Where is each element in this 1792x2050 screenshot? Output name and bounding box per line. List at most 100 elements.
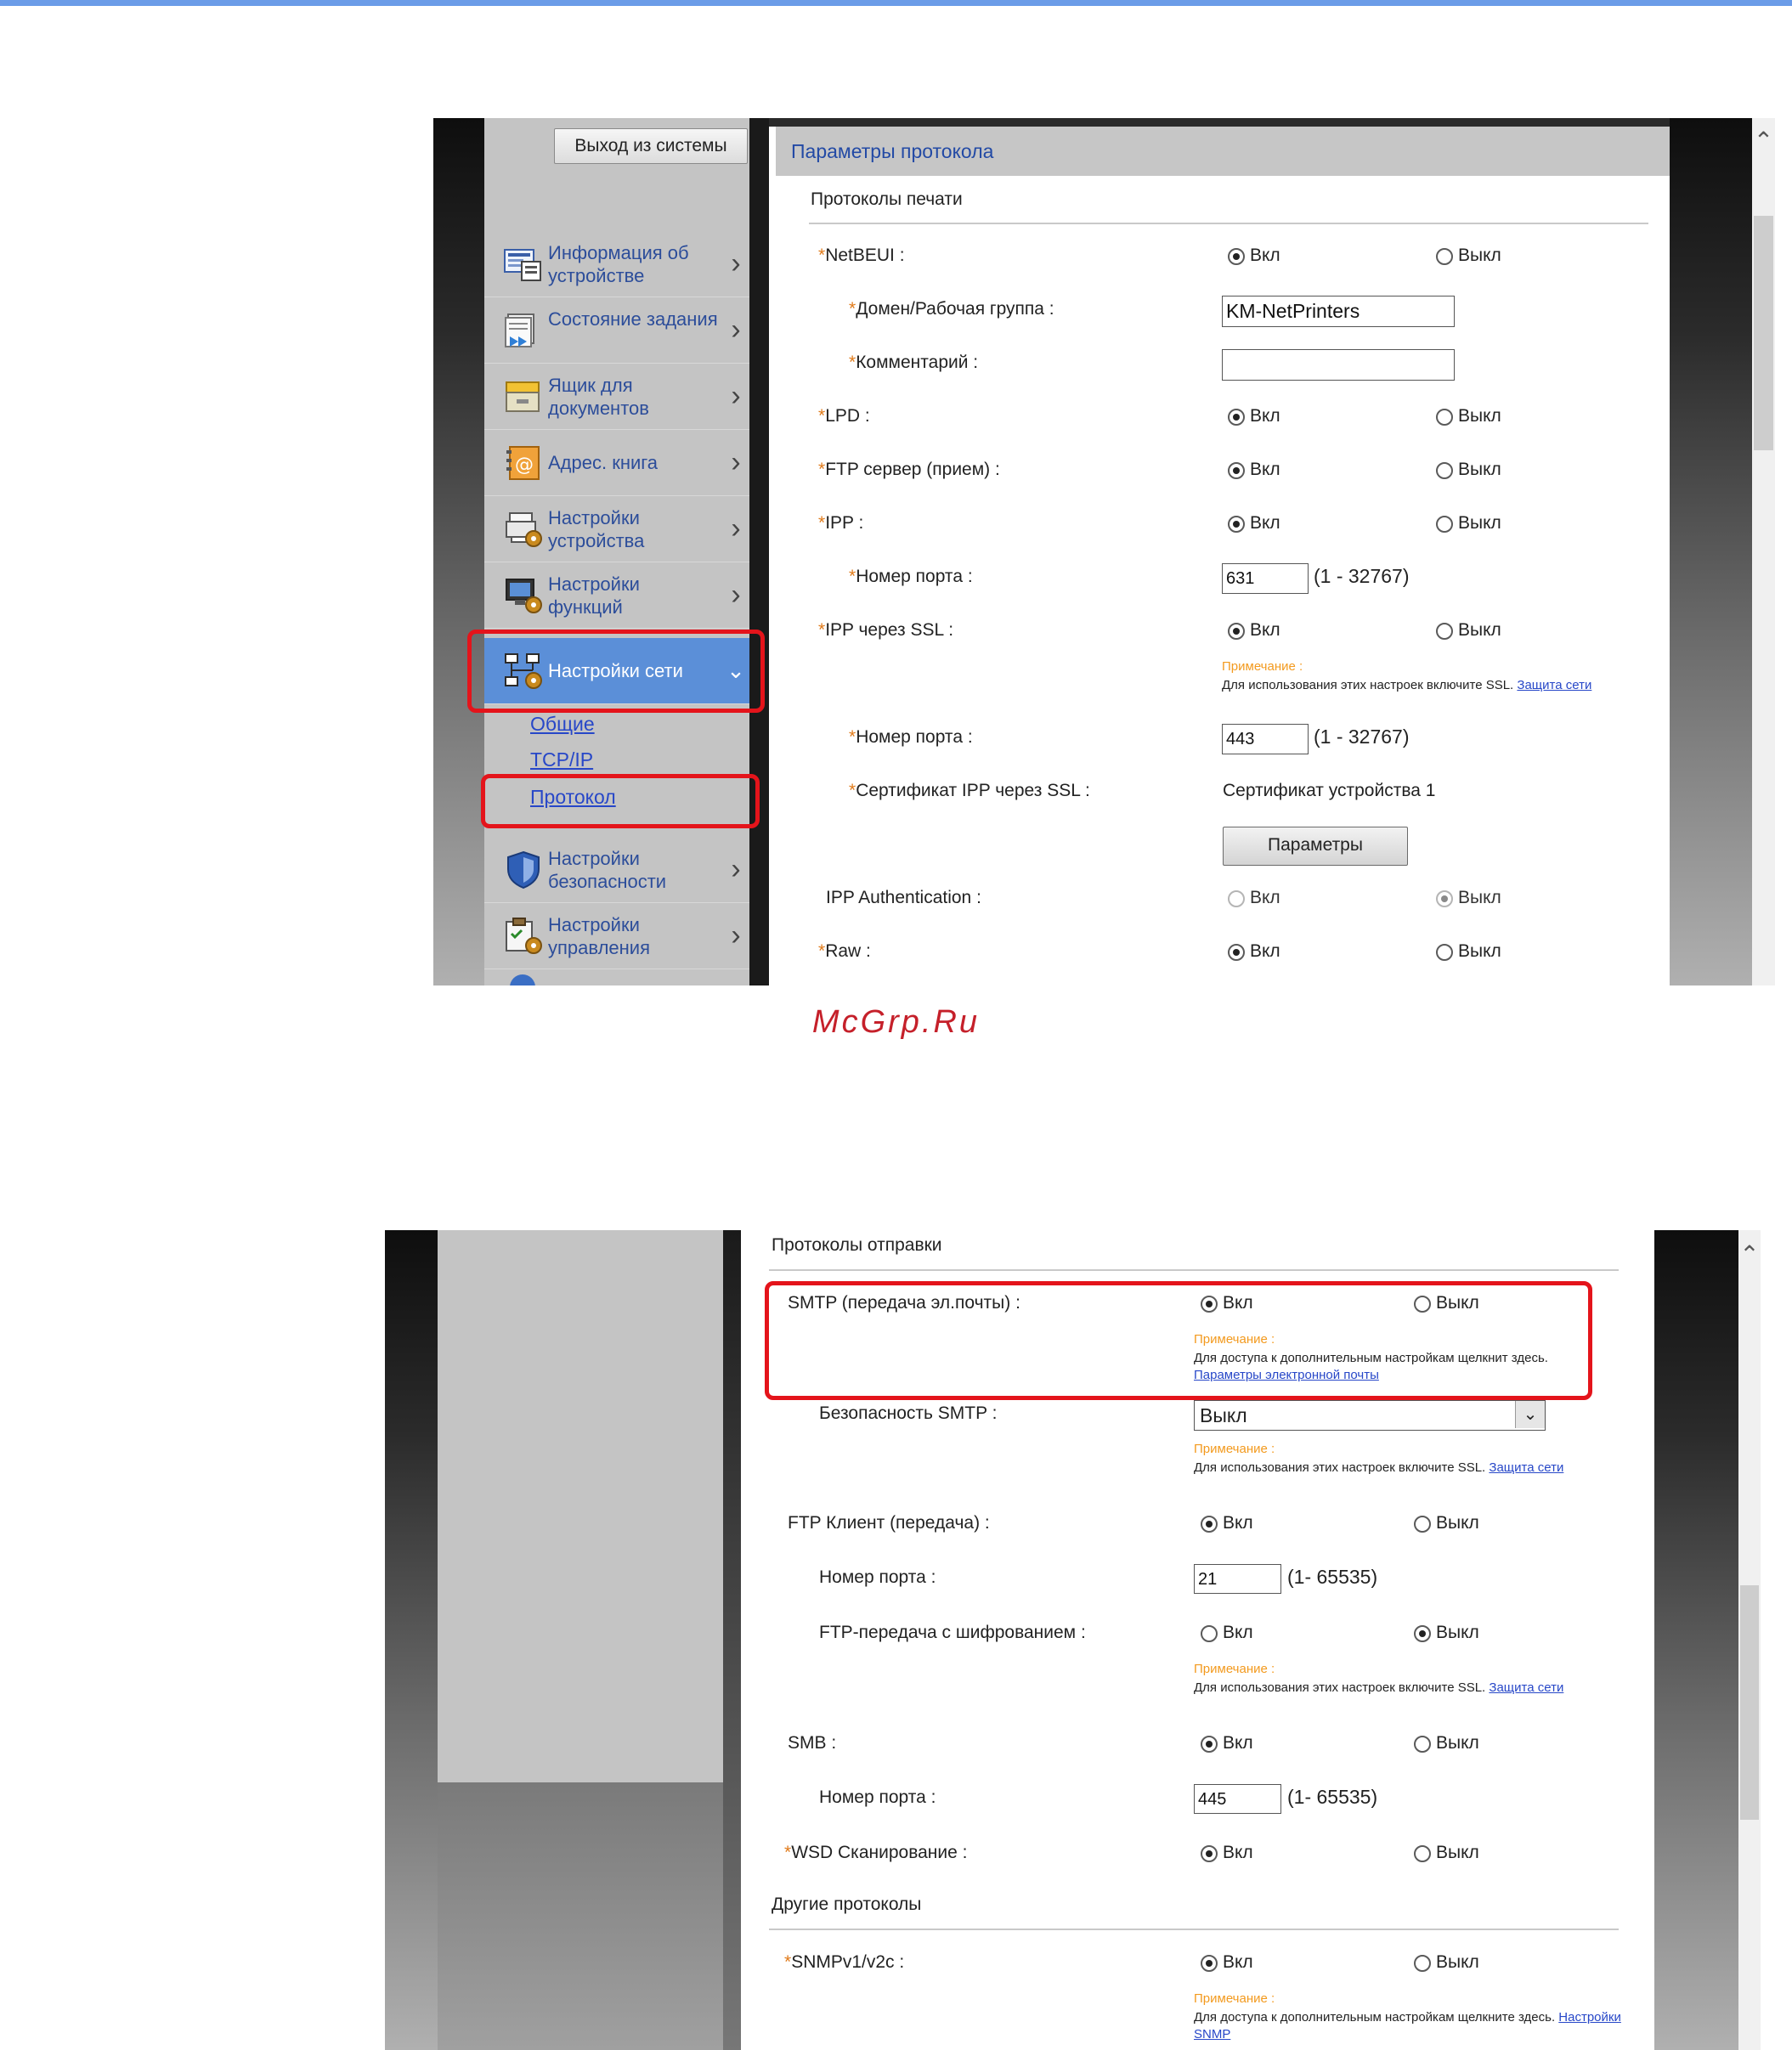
network-security-link[interactable]: Защита сети: [1517, 678, 1591, 692]
ftp-encrypt-label: FTP-передача с шифрованием :: [819, 1623, 1086, 1642]
parameters-button[interactable]: Параметры: [1223, 827, 1408, 866]
ftp-client-label: FTP Клиент (передача) :: [788, 1513, 990, 1533]
radio-label: Выкл: [1458, 888, 1501, 907]
ftp-encrypt-on-radio[interactable]: [1201, 1625, 1218, 1642]
note-title: Примечание :: [1222, 659, 1303, 674]
menu-label: Состояние задания: [548, 308, 718, 330]
ipp-on-radio[interactable]: [1228, 516, 1245, 533]
ipp-port-input[interactable]: 631: [1222, 563, 1309, 594]
menu-label: Настройки безопасности: [548, 848, 667, 892]
raw-label: *Raw :: [818, 941, 871, 961]
network-security-link[interactable]: Защита сети: [1489, 1680, 1563, 1695]
menu-item-security-settings[interactable]: Настройки безопасности ›: [484, 837, 749, 903]
ssl-port-range: (1 - 32767): [1314, 726, 1410, 748]
logout-button[interactable]: Выход из системы: [554, 128, 748, 164]
domain-label: *Домен/Рабочая группа :: [849, 299, 1054, 319]
raw-on-radio[interactable]: [1228, 944, 1245, 961]
note-title: Примечание :: [1194, 1662, 1275, 1676]
radio-label: Вкл: [1223, 1623, 1253, 1642]
radio-label: Вкл: [1223, 1952, 1253, 1972]
management-settings-icon: [503, 917, 544, 956]
radio-label: Вкл: [1250, 513, 1280, 533]
domain-input[interactable]: KM-NetPrinters: [1222, 296, 1455, 327]
ipp-port-label: *Номер порта :: [849, 567, 973, 586]
ftp-client-on-radio[interactable]: [1201, 1516, 1218, 1533]
ssl-port-label: *Номер порта :: [849, 727, 973, 747]
menu-item-document-box[interactable]: Ящик для документов ›: [484, 364, 749, 430]
ipp-auth-off-radio[interactable]: [1436, 890, 1453, 907]
netbeui-on-radio[interactable]: [1228, 248, 1245, 265]
chevron-right-icon: ›: [731, 853, 741, 885]
menu-item-device-info[interactable]: Информация об устройстве ›: [484, 231, 749, 297]
radio-label: Вкл: [1250, 406, 1280, 426]
wsd-on-radio[interactable]: [1201, 1845, 1218, 1862]
wsd-off-radio[interactable]: [1414, 1845, 1431, 1862]
comment-input[interactable]: [1222, 349, 1455, 381]
menu-item-job-status[interactable]: Состояние задания ›: [484, 297, 749, 364]
address-book-icon: @: [503, 443, 544, 483]
job-status-icon: [503, 311, 544, 350]
ftp-port-label: Номер порта :: [819, 1567, 936, 1587]
ipp-ssl-on-radio[interactable]: [1228, 623, 1245, 640]
smb-on-radio[interactable]: [1201, 1736, 1218, 1753]
radio-label: Вкл: [1250, 620, 1280, 640]
radio-label: Выкл: [1458, 941, 1501, 961]
scrollbar-thumb[interactable]: [1740, 1585, 1759, 1820]
note-title: Примечание :: [1194, 1991, 1275, 2006]
chevron-right-icon: ›: [731, 512, 741, 545]
smtp-security-value: Выкл: [1200, 1404, 1247, 1426]
radio-label: Выкл: [1458, 620, 1501, 640]
ipp-ssl-label: *IPP через SSL :: [818, 620, 954, 640]
submenu-tcpip-link[interactable]: TCP/IP: [530, 748, 593, 771]
ftp-port-input[interactable]: 21: [1194, 1564, 1281, 1594]
radio-label: Вкл: [1250, 941, 1280, 961]
highlight-protocol: [481, 774, 760, 828]
netbeui-label: *NetBEUI :: [818, 246, 905, 265]
ftp-encrypt-off-radio[interactable]: [1414, 1625, 1431, 1642]
radio-label: Выкл: [1436, 1733, 1479, 1753]
smb-port-label: Номер порта :: [819, 1787, 936, 1807]
ftp-port-range: (1- 65535): [1287, 1566, 1378, 1588]
netbeui-off-radio[interactable]: [1436, 248, 1453, 265]
smb-port-input[interactable]: 445: [1194, 1784, 1281, 1814]
radio-label: Вкл: [1223, 1843, 1253, 1862]
smb-port-range: (1- 65535): [1287, 1786, 1378, 1808]
ssl-port-input[interactable]: 443: [1222, 724, 1309, 754]
ipp-auth-on-radio[interactable]: [1228, 890, 1245, 907]
ftp-server-off-radio[interactable]: [1436, 462, 1453, 479]
section-divider: [769, 1269, 1619, 1271]
menu-item-device-settings[interactable]: Настройки устройства ›: [484, 496, 749, 562]
smb-off-radio[interactable]: [1414, 1736, 1431, 1753]
ssl-cert-value: Сертификат устройства 1: [1223, 781, 1436, 800]
device-info-icon: [503, 245, 544, 284]
radio-label: Вкл: [1223, 1733, 1253, 1753]
top-accent-bar: [0, 0, 1792, 6]
chevron-down-icon: ⌄: [1515, 1401, 1545, 1428]
comment-label: *Комментарий :: [849, 353, 979, 372]
menu-item-address-book[interactable]: @ Адрес. книга ›: [484, 430, 749, 496]
radio-label: Вкл: [1250, 888, 1280, 907]
ipp-off-radio[interactable]: [1436, 516, 1453, 533]
ssl-note: Для использования этих настроек включите…: [1194, 1680, 1564, 1695]
lpd-on-radio[interactable]: [1228, 409, 1245, 426]
snmp-off-radio[interactable]: [1414, 1955, 1431, 1972]
scroll-up-icon[interactable]: ⌃: [1738, 1242, 1761, 1268]
menu-item-management-settings[interactable]: Настройки управления ›: [484, 903, 749, 969]
raw-off-radio[interactable]: [1436, 944, 1453, 961]
ipp-label: *IPP :: [818, 513, 864, 533]
radio-label: Выкл: [1458, 406, 1501, 426]
scrollbar-thumb[interactable]: [1754, 216, 1773, 450]
network-security-link[interactable]: Защита сети: [1489, 1460, 1563, 1475]
ftp-client-off-radio[interactable]: [1414, 1516, 1431, 1533]
scroll-up-icon[interactable]: ⌃: [1752, 128, 1775, 154]
left-gradient-strip: [433, 118, 484, 985]
ipp-auth-label: IPP Authentication :: [826, 888, 981, 907]
menu-item-function-settings[interactable]: Настройки функций ›: [484, 562, 749, 629]
smtp-security-select[interactable]: Выкл ⌄: [1194, 1400, 1546, 1431]
submenu-general-link[interactable]: Общие: [530, 713, 595, 736]
highlight-smtp: [765, 1281, 1592, 1400]
lpd-off-radio[interactable]: [1436, 409, 1453, 426]
ipp-ssl-off-radio[interactable]: [1436, 623, 1453, 640]
snmp-on-radio[interactable]: [1201, 1955, 1218, 1972]
ftp-server-on-radio[interactable]: [1228, 462, 1245, 479]
